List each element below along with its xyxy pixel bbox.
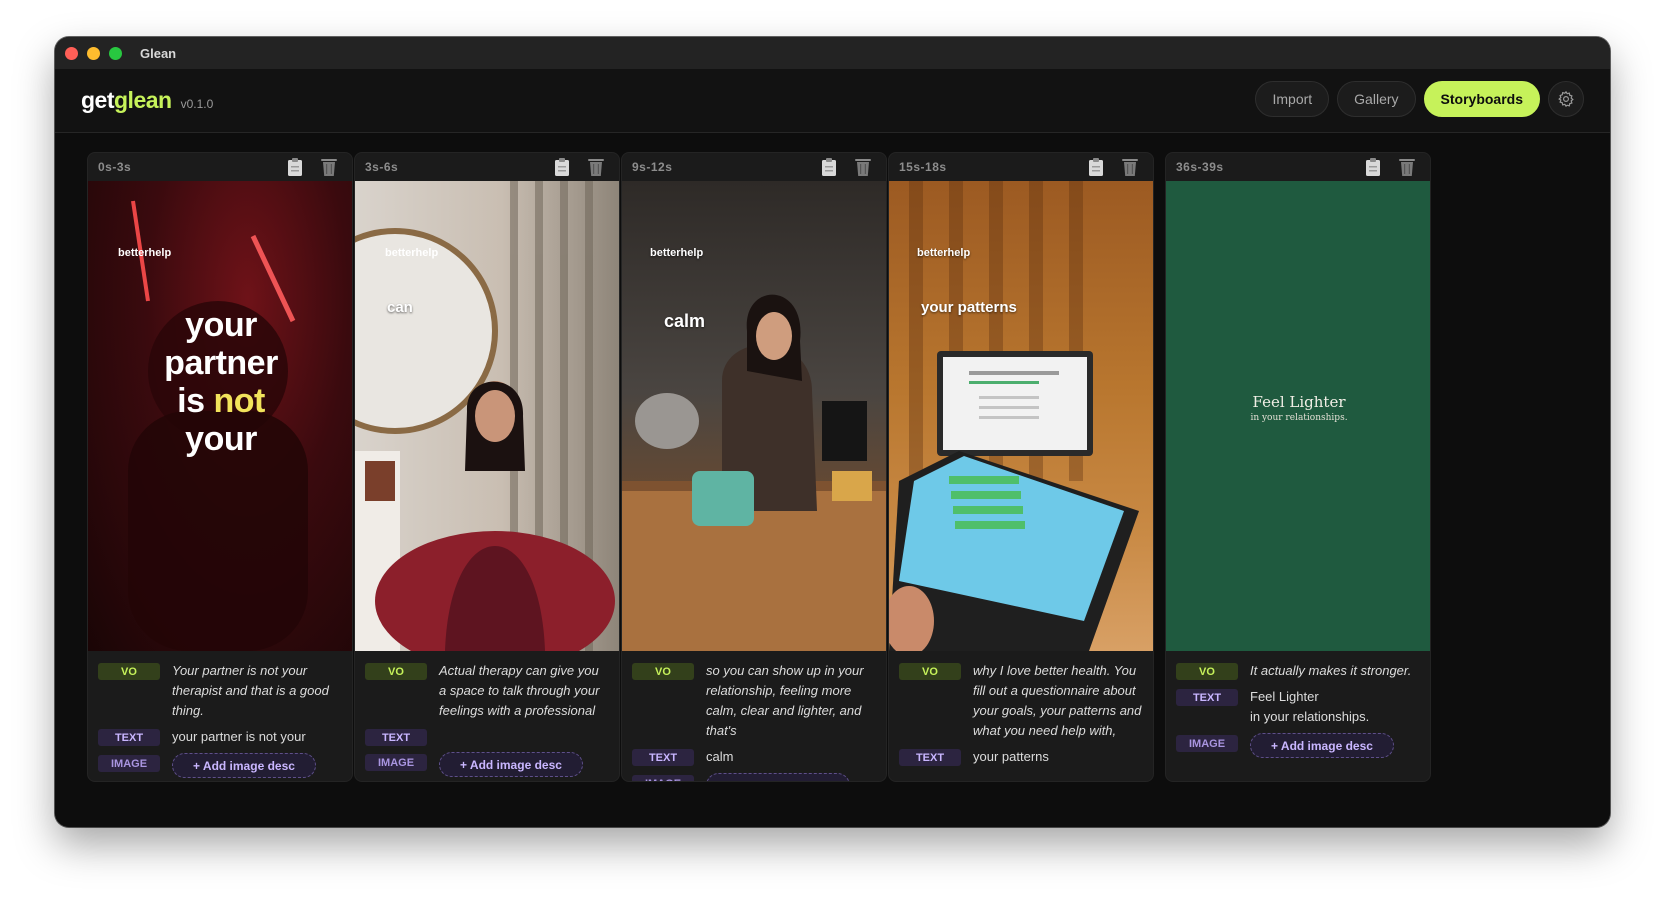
scene-overlay-text: calm xyxy=(664,311,706,331)
card-details: VO so you can show up in your relationshi… xyxy=(622,651,886,781)
image-tag: IMAGE xyxy=(365,754,427,771)
scene-thumbnail[interactable]: Feel Lighter in your relationships. xyxy=(1166,181,1430,651)
overlay-line: is xyxy=(177,382,205,420)
voiceover-text[interactable]: Actual therapy can give you a space to t… xyxy=(439,661,609,721)
brand-watermark: betterhelp xyxy=(650,247,704,259)
vo-tag: VO xyxy=(899,663,961,680)
text-tag: TEXT xyxy=(899,749,961,766)
overlay-text-value[interactable]: calm xyxy=(706,747,733,767)
trash-icon[interactable] xyxy=(854,157,872,177)
gear-icon xyxy=(1558,90,1574,107)
voiceover-text[interactable]: It actually makes it stronger. xyxy=(1250,661,1411,681)
storyboard-card: 0s-3s betterhelp your partner is not you… xyxy=(87,152,353,782)
voiceover-text[interactable]: so you can show up in your relationship,… xyxy=(706,661,876,741)
add-image-desc-button[interactable]: + Add image desc xyxy=(706,773,850,781)
card-time-range: 36s-39s xyxy=(1176,160,1224,174)
vo-tag: VO xyxy=(365,663,427,680)
voiceover-text[interactable]: why I love better health. You fill out a… xyxy=(973,661,1143,741)
trash-icon[interactable] xyxy=(1121,157,1139,177)
add-image-desc-button[interactable]: + Add image desc xyxy=(172,753,316,778)
storyboard-card: 36s-39s Feel Lighter in your relationshi… xyxy=(1165,152,1431,782)
overlay-line: partner xyxy=(164,344,278,382)
window-title: Glean xyxy=(140,45,177,61)
logo-part-glean: glean xyxy=(114,87,172,113)
text-tag: TEXT xyxy=(1176,689,1238,706)
storyboard-card: 9s-12s betterhelp calm VO so you can sho… xyxy=(621,152,887,782)
scene-overlay-text: can xyxy=(387,299,413,316)
clipboard-icon[interactable] xyxy=(553,157,571,177)
card-details: VO Actual therapy can give you a space to… xyxy=(355,651,619,777)
window-controls xyxy=(65,46,122,60)
overlay-line: your xyxy=(185,306,257,344)
close-window-button[interactable] xyxy=(65,46,78,60)
storyboard-card: 15s-18s betterhelp your patterns VO why … xyxy=(888,152,1154,782)
card-header: 15s-18s xyxy=(889,153,1153,181)
settings-button[interactable] xyxy=(1548,81,1584,117)
add-image-desc-button[interactable]: + Add image desc xyxy=(439,752,583,777)
app-window: Glean getglean v0.1.0 Import Gallery Sto… xyxy=(55,37,1610,827)
overlay-text-line: Feel Lighter xyxy=(1250,689,1319,704)
title-bar: Glean xyxy=(55,37,1610,69)
overlay-line: your xyxy=(185,420,257,458)
card-details: VO It actually makes it stronger. TEXT Fe… xyxy=(1166,651,1430,758)
overlay-text-value[interactable]: Feel Lighter in your relationships. xyxy=(1250,687,1369,727)
scene-thumbnail[interactable]: betterhelp can xyxy=(355,181,619,651)
app-logo: getglean xyxy=(81,87,172,114)
scene-thumbnail[interactable]: betterhelp your patterns xyxy=(889,181,1153,651)
end-card-subtitle: in your relationships. xyxy=(1250,413,1348,423)
card-header: 9s-12s xyxy=(622,153,886,181)
card-details: VO why I love better health. You fill out… xyxy=(889,651,1153,767)
app-version: v0.1.0 xyxy=(180,96,214,111)
text-tag: TEXT xyxy=(365,729,427,746)
card-time-range: 15s-18s xyxy=(899,160,947,174)
logo-part-get: get xyxy=(81,87,115,113)
image-tag: IMAGE xyxy=(98,755,160,772)
text-tag: TEXT xyxy=(98,729,160,746)
card-header: 36s-39s xyxy=(1166,153,1430,181)
trash-icon[interactable] xyxy=(1398,157,1416,177)
brand-watermark: betterhelp xyxy=(917,247,971,259)
main-nav: Import Gallery Storyboards xyxy=(1255,81,1584,117)
clipboard-icon[interactable] xyxy=(1087,157,1105,177)
import-button[interactable]: Import xyxy=(1255,81,1330,117)
scene-thumbnail[interactable]: betterhelp calm xyxy=(622,181,886,651)
card-time-range: 3s-6s xyxy=(365,160,399,174)
brand-watermark: betterhelp xyxy=(118,247,172,259)
overlay-highlight: not xyxy=(213,382,265,420)
add-image-desc-button[interactable]: + Add image desc xyxy=(1250,733,1394,758)
overlay-text-line: in your relationships. xyxy=(1250,709,1370,724)
scene-overlay-text: your patterns xyxy=(921,299,1017,316)
storyboard-area: 0s-3s betterhelp your partner is not you… xyxy=(55,134,1610,827)
vo-tag: VO xyxy=(1176,663,1238,680)
end-card-title: Feel Lighter xyxy=(1252,393,1346,411)
vo-tag: VO xyxy=(98,663,160,680)
trash-icon[interactable] xyxy=(320,157,338,177)
app-header: getglean v0.1.0 Import Gallery Storyboar… xyxy=(55,69,1610,133)
storyboard-card: 3s-6s betterhelp can VO Actual therapy c… xyxy=(354,152,620,782)
card-time-range: 0s-3s xyxy=(98,160,132,174)
overlay-text-value[interactable]: your patterns xyxy=(973,747,1049,767)
image-tag: IMAGE xyxy=(1176,735,1238,752)
overlay-text-value[interactable]: your partner is not your xyxy=(172,727,306,747)
minimize-window-button[interactable] xyxy=(87,46,100,60)
voiceover-text[interactable]: Your partner is not your therapist and t… xyxy=(172,661,342,721)
gallery-button[interactable]: Gallery xyxy=(1337,81,1416,117)
maximize-window-button[interactable] xyxy=(109,46,122,60)
scene-thumbnail[interactable]: betterhelp your partner is not your xyxy=(88,181,352,651)
storyboards-button[interactable]: Storyboards xyxy=(1423,81,1540,117)
card-header: 0s-3s xyxy=(88,153,352,181)
card-header: 3s-6s xyxy=(355,153,619,181)
card-time-range: 9s-12s xyxy=(632,160,673,174)
image-tag: IMAGE xyxy=(632,775,694,781)
trash-icon[interactable] xyxy=(587,157,605,177)
vo-tag: VO xyxy=(632,663,694,680)
clipboard-icon[interactable] xyxy=(1364,157,1382,177)
scene-overlay-text: your partner is not your xyxy=(88,306,352,458)
brand-watermark: betterhelp xyxy=(385,247,439,259)
clipboard-icon[interactable] xyxy=(286,157,304,177)
clipboard-icon[interactable] xyxy=(820,157,838,177)
card-details: VO Your partner is not your therapist and… xyxy=(88,651,352,778)
text-tag: TEXT xyxy=(632,749,694,766)
